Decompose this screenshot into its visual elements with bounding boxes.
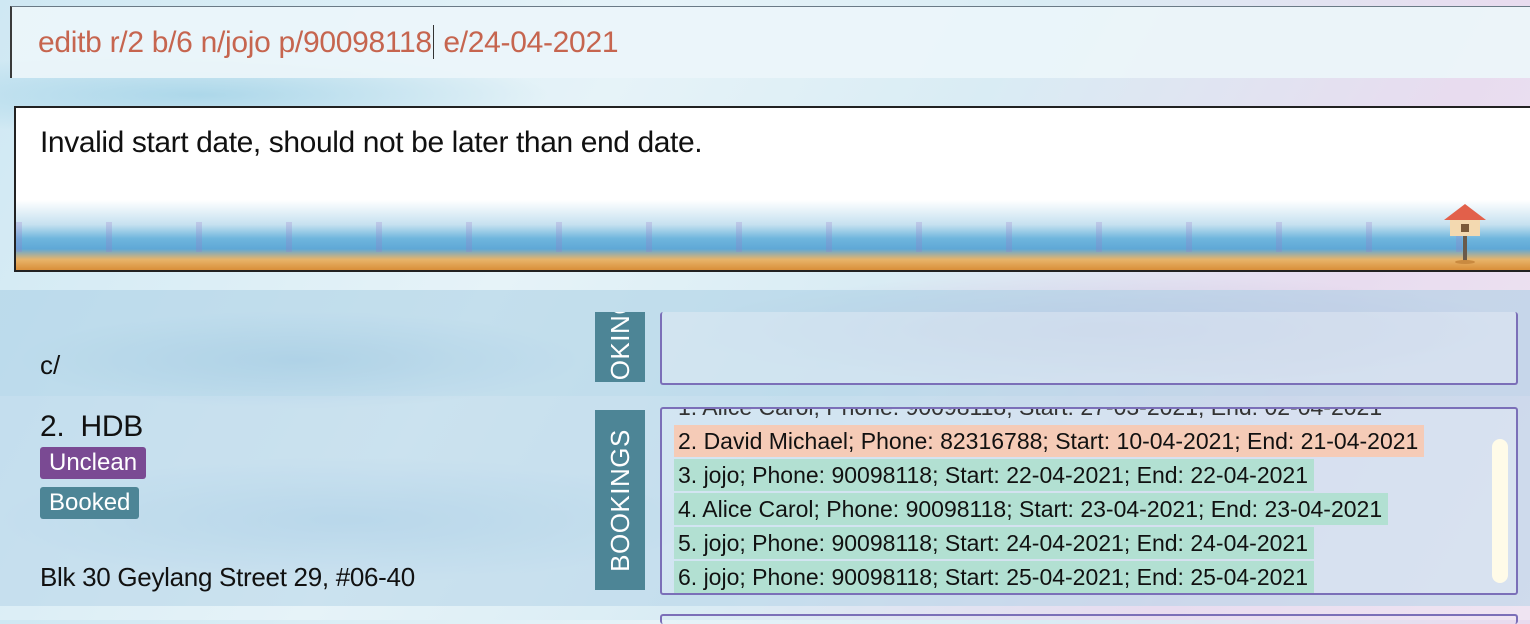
booking-list-scrollbar[interactable]	[1492, 439, 1508, 583]
booking-list[interactable]	[660, 614, 1518, 624]
booking-row[interactable]: 4. Alice Carol; Phone: 90098118; Start: …	[674, 493, 1389, 525]
booking-row[interactable]: 6. jojo; Phone: 90098118; Start: 25-04-2…	[674, 561, 1314, 593]
result-display: Invalid start date, should not be later …	[14, 106, 1530, 272]
room-title: 2. HDB	[40, 410, 143, 444]
birdhouse-lamp-icon	[1444, 204, 1486, 264]
room-address: Blk 30 Geylang Street 29, #06-40	[40, 562, 415, 592]
booking-list[interactable]	[660, 312, 1518, 385]
bookings-label: BOOKINGS	[595, 312, 645, 382]
room-type: HDB	[80, 410, 144, 443]
command-box[interactable]: editb r/2 b/6 n/jojo p/90098118 e/24-04-…	[10, 6, 1530, 78]
palm-trees-illustration	[16, 222, 1530, 252]
booking-row[interactable]: 3. jojo; Phone: 90098118; Start: 22-04-2…	[674, 459, 1314, 491]
bookings-label: BOOKINGS	[595, 410, 645, 590]
booking-list[interactable]: 1. Alice Carol; Phone: 90098118; Start: …	[660, 407, 1518, 595]
command-text-after-caret: e/24-04-2021	[435, 26, 619, 59]
room-partial-text: c/	[40, 350, 61, 380]
command-text-before-caret: editb r/2 b/6 n/jojo p/90098118	[38, 26, 432, 59]
tag-booked: Booked	[40, 487, 140, 519]
tag-unclean: Unclean	[40, 447, 147, 479]
booking-row[interactable]: 5. jojo; Phone: 90098118; Start: 24-04-2…	[674, 527, 1314, 559]
booking-row[interactable]: 1. Alice Carol; Phone: 90098118; Start: …	[674, 409, 1388, 423]
booking-row[interactable]: 2. David Michael; Phone: 82316788; Start…	[674, 425, 1425, 457]
result-message: Invalid start date, should not be later …	[40, 126, 703, 159]
room-index: 2.	[40, 410, 65, 443]
command-input[interactable]: editb r/2 b/6 n/jojo p/90098118 e/24-04-…	[38, 25, 619, 60]
